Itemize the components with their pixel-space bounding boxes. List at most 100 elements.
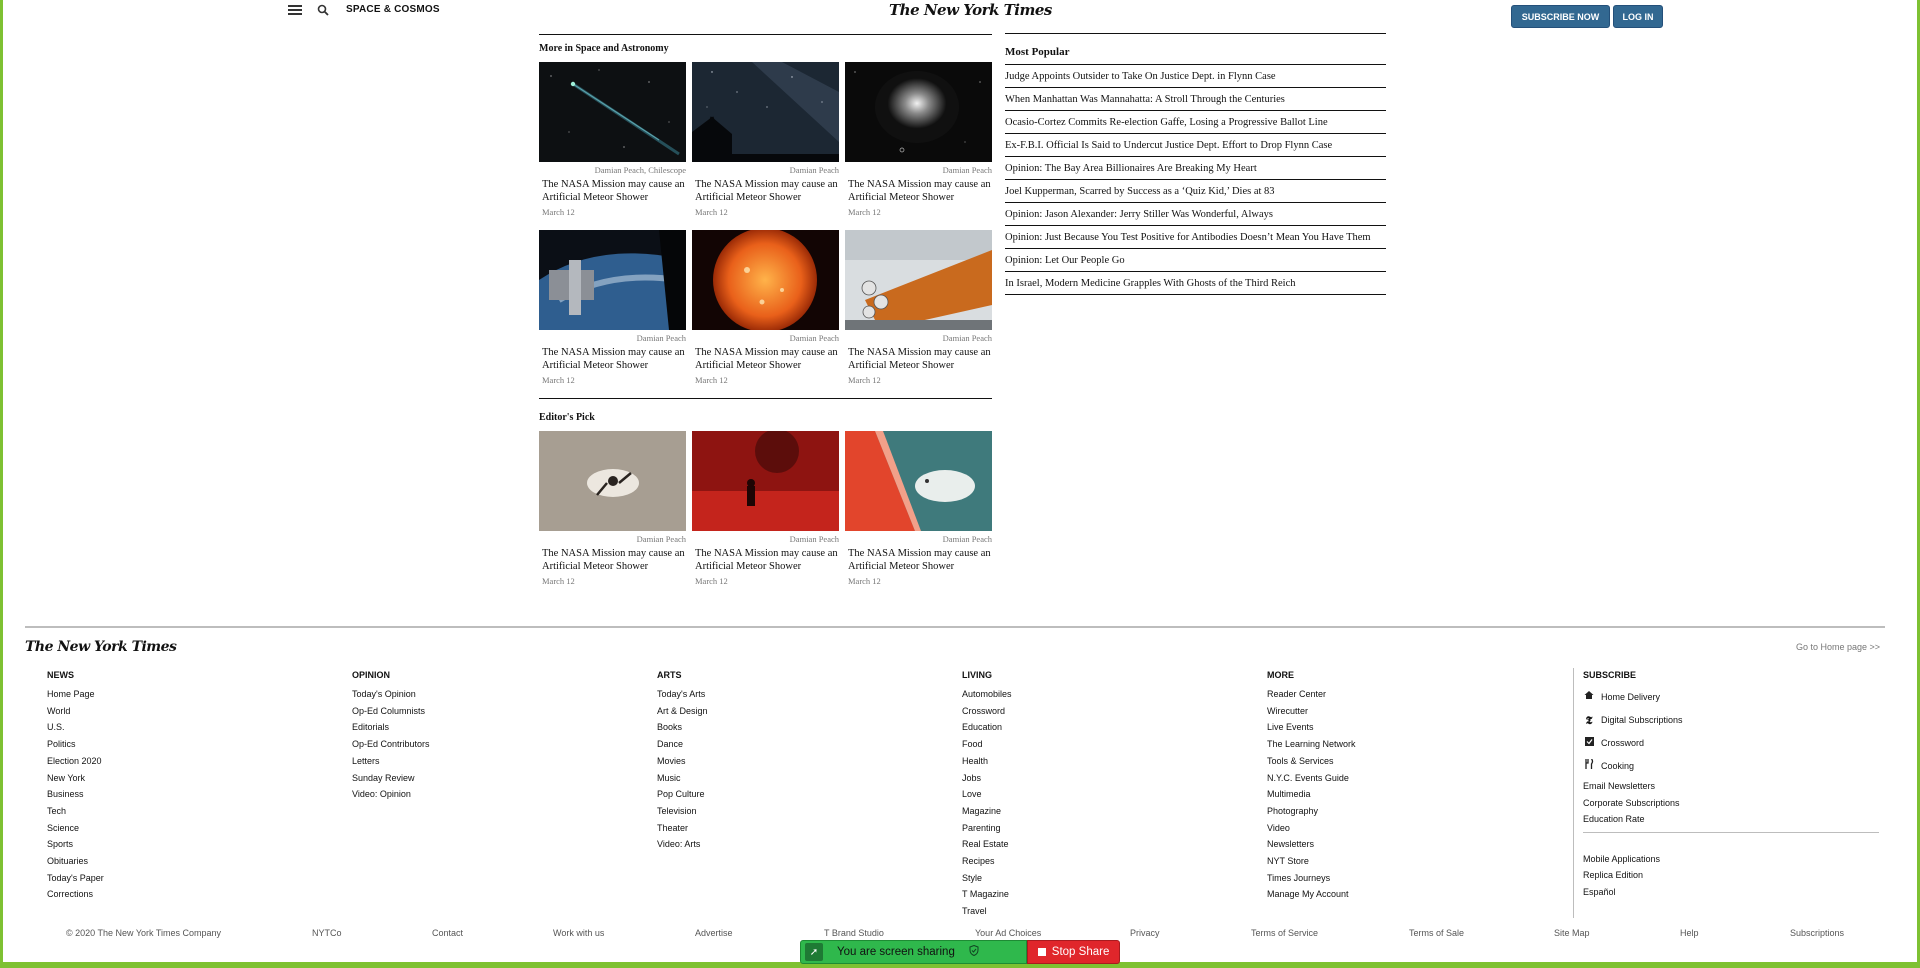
- list-item[interactable]: When Manhattan Was Mannahatta: A Stroll …: [1005, 88, 1386, 111]
- article-card[interactable]: Damian Peach The NASA Mission may cause …: [845, 62, 992, 217]
- footer-link[interactable]: Letters: [352, 753, 430, 770]
- article-card[interactable]: Damian Peach The NASA Mission may cause …: [845, 230, 992, 385]
- footer-link[interactable]: Wirecutter: [1267, 703, 1356, 720]
- comet-image[interactable]: [539, 62, 686, 162]
- footer-link[interactable]: Food: [962, 736, 1012, 753]
- footer-link[interactable]: Op-Ed Columnists: [352, 703, 430, 720]
- crossword-link[interactable]: Crossword: [1583, 732, 1879, 755]
- log-in-button[interactable]: LOG IN: [1613, 5, 1663, 28]
- footer-link[interactable]: Automobiles: [962, 686, 1012, 703]
- article-card[interactable]: Damian Peach The NASA Mission may cause …: [539, 230, 686, 385]
- footer-link[interactable]: Photography: [1267, 803, 1356, 820]
- list-item[interactable]: Ocasio-Cortez Commits Re-election Gaffe,…: [1005, 111, 1386, 134]
- footer-link[interactable]: Tools & Services: [1267, 753, 1356, 770]
- footer-link[interactable]: Corrections: [47, 886, 104, 903]
- digital-subscriptions-link[interactable]: 𝕿 Digital Subscriptions: [1583, 709, 1879, 732]
- nebula-image[interactable]: [845, 62, 992, 162]
- article-title[interactable]: The NASA Mission may cause an Artificial…: [692, 178, 839, 204]
- footer-link[interactable]: Travel: [962, 903, 1012, 920]
- footer-bottom-link[interactable]: Terms of Sale: [1409, 928, 1464, 938]
- footer-link[interactable]: Theater: [657, 820, 708, 837]
- article-card[interactable]: Damian Peach The NASA Mission may cause …: [692, 62, 839, 217]
- article-title[interactable]: The NASA Mission may cause an Artificial…: [692, 547, 839, 573]
- home-page-link[interactable]: Go to Home page >>: [1796, 642, 1880, 652]
- article-card[interactable]: Damian Peach The NASA Mission may cause …: [539, 431, 686, 586]
- list-item[interactable]: Opinion: Jason Alexander: Jerry Stiller …: [1005, 203, 1386, 226]
- footer-bottom-link[interactable]: Terms of Service: [1251, 928, 1318, 938]
- red-film-image[interactable]: [692, 431, 839, 531]
- footer-link[interactable]: Sunday Review: [352, 770, 430, 787]
- rocket-image[interactable]: [845, 230, 992, 330]
- footer-logo[interactable]: The New York Times: [25, 639, 177, 655]
- corporate-subscriptions-link[interactable]: Corporate Subscriptions: [1583, 795, 1879, 812]
- footer-bottom-link[interactable]: Privacy: [1130, 928, 1160, 938]
- list-item[interactable]: Ex-F.B.I. Official Is Said to Undercut J…: [1005, 134, 1386, 157]
- footer-link[interactable]: Op-Ed Contributors: [352, 736, 430, 753]
- footer-link[interactable]: N.Y.C. Events Guide: [1267, 770, 1356, 787]
- article-title[interactable]: The NASA Mission may cause an Artificial…: [539, 346, 686, 372]
- footer-link[interactable]: Tech: [47, 803, 104, 820]
- espanol-link[interactable]: Español: [1583, 884, 1879, 901]
- footer-bottom-link[interactable]: Help: [1680, 928, 1699, 938]
- footer-bottom-link[interactable]: Advertise: [695, 928, 733, 938]
- cooking-link[interactable]: Cooking: [1583, 755, 1879, 778]
- article-title[interactable]: The NASA Mission may cause an Artificial…: [845, 346, 992, 372]
- footer-link[interactable]: Art & Design: [657, 703, 708, 720]
- footer-link[interactable]: U.S.: [47, 719, 104, 736]
- footer-link[interactable]: Style: [962, 870, 1012, 887]
- footer-link[interactable]: Reader Center: [1267, 686, 1356, 703]
- footer-link[interactable]: Video: Arts: [657, 836, 708, 853]
- footer-link[interactable]: Love: [962, 786, 1012, 803]
- footer-link[interactable]: Today's Arts: [657, 686, 708, 703]
- article-title[interactable]: The NASA Mission may cause an Artificial…: [845, 547, 992, 573]
- space-station-image[interactable]: [539, 230, 686, 330]
- subscribe-now-button[interactable]: SUBSCRIBE NOW: [1511, 5, 1610, 28]
- footer-link[interactable]: Obituaries: [47, 853, 104, 870]
- section-title[interactable]: SPACE & COSMOS: [346, 4, 440, 15]
- footer-link[interactable]: World: [47, 703, 104, 720]
- replica-edition-link[interactable]: Replica Edition: [1583, 867, 1879, 884]
- footer-bottom-link[interactable]: T Brand Studio: [824, 928, 884, 938]
- footer-bottom-link[interactable]: Work with us: [553, 928, 604, 938]
- email-newsletters-link[interactable]: Email Newsletters: [1583, 778, 1879, 795]
- footer-link[interactable]: Pop Culture: [657, 786, 708, 803]
- footer-link[interactable]: Health: [962, 753, 1012, 770]
- footer-link[interactable]: Manage My Account: [1267, 886, 1356, 903]
- sun-image[interactable]: [692, 230, 839, 330]
- mobile-applications-link[interactable]: Mobile Applications: [1583, 851, 1879, 868]
- footer-link[interactable]: T Magazine: [962, 886, 1012, 903]
- footer-link[interactable]: Video: Opinion: [352, 786, 430, 803]
- footer-link[interactable]: Today's Opinion: [352, 686, 430, 703]
- screen-share-status[interactable]: ➚ You are screen sharing: [800, 940, 1028, 964]
- footer-link[interactable]: Education: [962, 719, 1012, 736]
- beluga-kayak-image[interactable]: [845, 431, 992, 531]
- footer-link[interactable]: Real Estate: [962, 836, 1012, 853]
- footer-link[interactable]: Recipes: [962, 853, 1012, 870]
- footer-link[interactable]: Magazine: [962, 803, 1012, 820]
- footer-link[interactable]: Video: [1267, 820, 1356, 837]
- footer-link[interactable]: Election 2020: [47, 753, 104, 770]
- footer-link[interactable]: Business: [47, 786, 104, 803]
- footer-link[interactable]: Television: [657, 803, 708, 820]
- footer-link[interactable]: Multimedia: [1267, 786, 1356, 803]
- footer-bottom-link[interactable]: Your Ad Choices: [975, 928, 1041, 938]
- nyt-logo[interactable]: The New York Times: [889, 1, 1052, 19]
- article-title[interactable]: The NASA Mission may cause an Artificial…: [845, 178, 992, 204]
- article-title[interactable]: The NASA Mission may cause an Artificial…: [539, 178, 686, 204]
- list-item[interactable]: In Israel, Modern Medicine Grapples With…: [1005, 272, 1386, 295]
- menu-icon[interactable]: [288, 3, 302, 17]
- article-card[interactable]: Damian Peach The NASA Mission may cause …: [692, 230, 839, 385]
- footer-link[interactable]: Newsletters: [1267, 836, 1356, 853]
- footer-bottom-link[interactable]: Subscriptions: [1790, 928, 1844, 938]
- footer-link[interactable]: Live Events: [1267, 719, 1356, 736]
- footer-link[interactable]: The Learning Network: [1267, 736, 1356, 753]
- search-icon[interactable]: [317, 3, 331, 17]
- article-card[interactable]: Damian Peach The NASA Mission may cause …: [692, 431, 839, 586]
- article-title[interactable]: The NASA Mission may cause an Artificial…: [539, 547, 686, 573]
- article-card[interactable]: Damian Peach The NASA Mission may cause …: [845, 431, 992, 586]
- education-rate-link[interactable]: Education Rate: [1583, 811, 1879, 828]
- footer-link[interactable]: Science: [47, 820, 104, 837]
- list-item[interactable]: Opinion: Just Because You Test Positive …: [1005, 226, 1386, 249]
- footer-link[interactable]: Movies: [657, 753, 708, 770]
- stop-share-button[interactable]: Stop Share: [1027, 940, 1120, 964]
